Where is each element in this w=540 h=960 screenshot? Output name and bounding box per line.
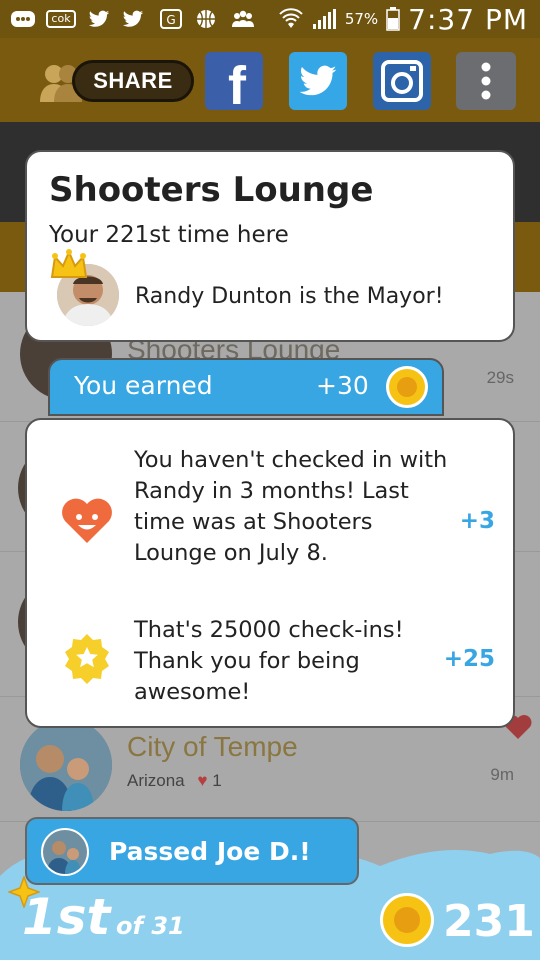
earned-banner: You earned +30 <box>48 358 444 416</box>
friend-photo <box>43 830 87 874</box>
twitter-share-button[interactable] <box>289 52 347 110</box>
bonus-points: +3 <box>459 508 495 534</box>
share-button[interactable]: SHARE <box>72 60 194 102</box>
bonus-points: +25 <box>443 646 495 672</box>
twitter-icon <box>88 10 110 27</box>
bonus-reason-text: You haven't checked in with Randy in 3 m… <box>134 447 448 566</box>
star-badge-icon <box>65 634 109 684</box>
coin-icon <box>380 893 434 947</box>
image-icon: G <box>160 9 182 29</box>
venue-title: Shooters Lounge <box>49 170 374 210</box>
svg-text:G: G <box>166 13 175 27</box>
like-count: 1 <box>212 771 222 790</box>
rank-total: of 31 <box>116 912 185 940</box>
list-item-title: City of Tempe <box>127 731 298 762</box>
twitter-icon <box>122 10 144 27</box>
crown-icon <box>50 249 88 278</box>
visit-count: Your 221st time here <box>49 222 289 248</box>
twitter-icon <box>299 65 337 96</box>
passed-friend-banner[interactable]: Passed Joe D.! <box>25 817 359 885</box>
more-options-button[interactable] <box>456 52 516 110</box>
wifi-icon <box>279 8 303 28</box>
avatar-photo <box>20 719 112 811</box>
cok-badge: cok <box>46 10 76 28</box>
facebook-share-button[interactable]: f <box>205 52 263 116</box>
status-bar: cok G 57% 7:37 PM <box>0 0 540 38</box>
heart-icon: ♥ <box>197 771 208 790</box>
battery-icon <box>386 7 400 31</box>
mayor-text: Randy Dunton is the Mayor! <box>135 284 444 309</box>
clock: 7:37 PM <box>408 2 528 36</box>
coin-total: 231 <box>443 896 535 947</box>
signal-icon <box>312 9 336 29</box>
passed-text: Passed Joe D.! <box>109 837 311 866</box>
coin-icon <box>386 366 428 408</box>
battery-percent: 57% <box>344 10 379 28</box>
earned-label: You earned <box>74 371 213 400</box>
facebook-icon: f <box>228 56 246 116</box>
list-item-time: 29s <box>486 368 514 387</box>
earned-points: +30 <box>316 371 369 400</box>
rank-position: 1st <box>22 888 111 946</box>
instagram-icon <box>381 60 423 102</box>
more-vertical-icon <box>481 62 491 100</box>
list-item-subtitle: Arizona ♥ 1 <box>127 771 222 791</box>
basketball-icon <box>197 10 215 28</box>
group-icon <box>232 10 254 27</box>
avatar <box>20 719 112 811</box>
heart-face-icon <box>62 498 112 543</box>
messages-icon <box>11 11 35 27</box>
bonus-reason-text: That's 25000 check-ins! Thank you for be… <box>134 617 404 705</box>
location-text: Arizona <box>127 771 185 790</box>
leaderboard-rank[interactable]: 1st of 31 <box>22 888 185 946</box>
checkin-card: Shooters Lounge Your 221st time here Ran… <box>25 150 515 342</box>
friend-avatar <box>41 828 89 876</box>
list-item-time: 9m <box>490 765 514 784</box>
instagram-share-button[interactable] <box>373 52 431 110</box>
bonus-card: You haven't checked in with Randy in 3 m… <box>25 418 515 728</box>
